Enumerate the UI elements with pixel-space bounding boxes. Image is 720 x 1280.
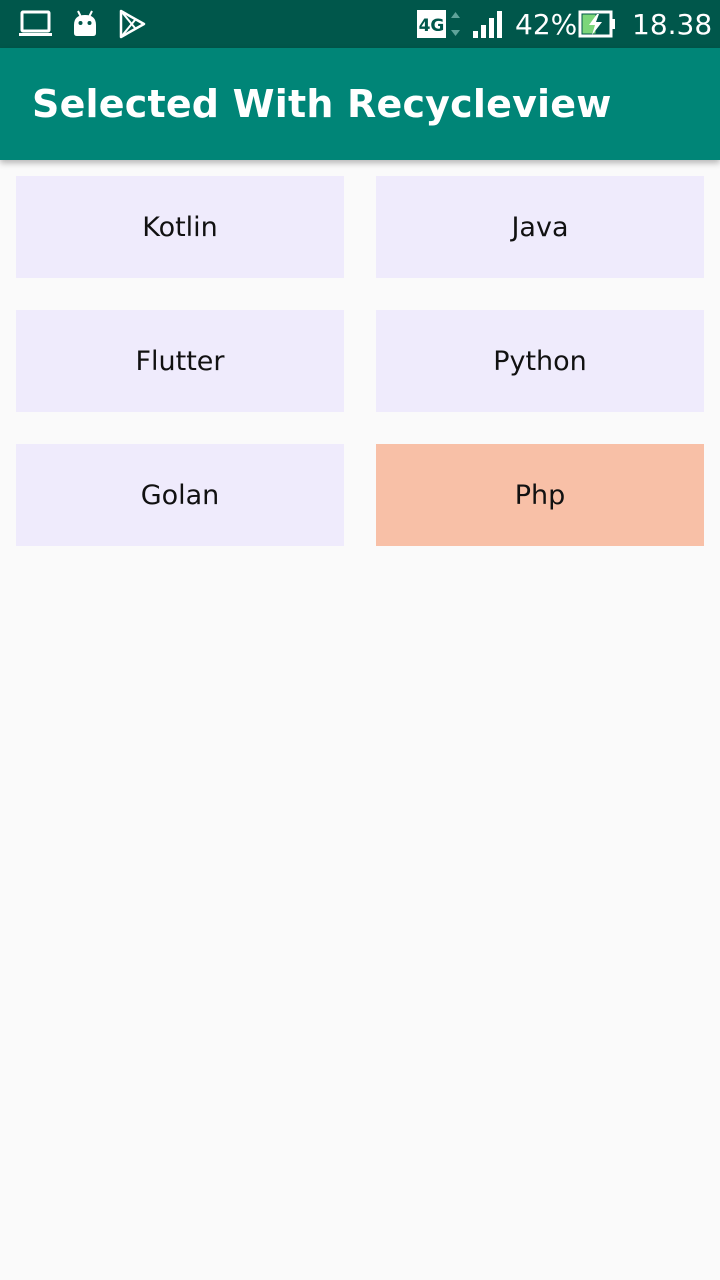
item-card-flutter[interactable]: Flutter [16,310,344,412]
item-label: Kotlin [142,211,218,243]
clock: 18.38 [632,8,713,41]
item-card-php-selected[interactable]: Php [376,444,704,546]
android-icon [70,0,100,48]
app-title: Selected With Recycleview [32,82,612,126]
signal-icon [470,0,508,48]
item-card-golan[interactable]: Golan [16,444,344,546]
item-card-python[interactable]: Python [376,310,704,412]
item-card-kotlin[interactable]: Kotlin [16,176,344,278]
battery-percent: 42% [515,8,578,41]
item-card-java[interactable]: Java [376,176,704,278]
network-4g-icon: 4G [416,0,464,48]
laptop-icon [18,0,54,48]
app-bar: Selected With Recycleview [0,48,720,160]
item-label: Golan [140,479,220,511]
battery-charging-icon [578,0,618,48]
play-store-icon [116,0,148,48]
item-label: Java [511,211,569,243]
network-label: 4G [419,16,445,36]
item-label: Php [514,479,566,511]
status-bar: 4G 42% 18.38 [0,0,720,48]
item-label: Flutter [135,345,225,377]
item-label: Python [493,345,587,377]
